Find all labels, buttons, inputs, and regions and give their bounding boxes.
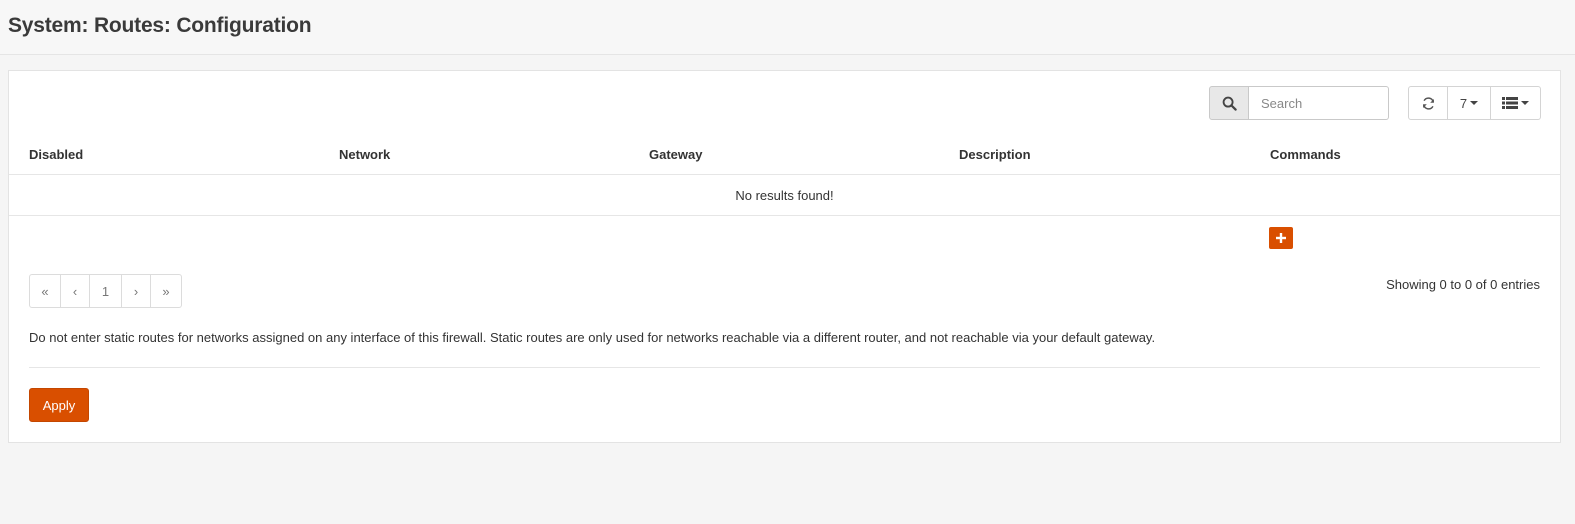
column-header-network[interactable]: Network <box>339 147 390 162</box>
static-routes-note: Do not enter static routes for networks … <box>29 330 1156 345</box>
apply-button[interactable]: Apply <box>29 388 89 422</box>
rows-per-page-dropdown[interactable]: 7 <box>1447 86 1491 120</box>
columns-dropdown[interactable] <box>1490 86 1541 120</box>
divider <box>29 367 1540 368</box>
rows-per-page-value: 7 <box>1459 95 1468 111</box>
page-last-button[interactable]: » <box>150 274 182 308</box>
chevron-down-icon <box>1470 101 1479 105</box>
routes-panel: 7 Disabled Network Gateway Description C… <box>8 70 1561 443</box>
page-title: System: Routes: Configuration <box>8 14 312 37</box>
plus-icon <box>1276 233 1286 243</box>
search-icon[interactable] <box>1209 86 1249 120</box>
showing-entries-text: Showing 0 to 0 of 0 entries <box>1386 277 1540 292</box>
page-next-button[interactable]: › <box>121 274 151 308</box>
empty-table-message: No results found! <box>9 175 1560 216</box>
list-columns-icon <box>1502 97 1518 109</box>
chevron-down-icon <box>1521 101 1529 105</box>
table-header-row: Disabled Network Gateway Description Com… <box>9 137 1560 175</box>
column-header-description[interactable]: Description <box>959 147 1031 162</box>
column-header-disabled[interactable]: Disabled <box>29 147 83 162</box>
column-header-commands: Commands <box>1270 147 1341 162</box>
add-route-button[interactable] <box>1269 227 1293 249</box>
pagination: « ‹ 1 › » <box>29 274 182 308</box>
grid-toolbar-buttons: 7 <box>1408 86 1541 120</box>
refresh-icon <box>1422 96 1434 110</box>
refresh-button[interactable] <box>1408 86 1448 120</box>
page-first-button[interactable]: « <box>29 274 61 308</box>
page-header: System: Routes: Configuration <box>0 0 1575 55</box>
page-prev-button[interactable]: ‹ <box>60 274 90 308</box>
page-number-1[interactable]: 1 <box>89 274 122 308</box>
search-group <box>1209 86 1389 120</box>
column-header-gateway[interactable]: Gateway <box>649 147 702 162</box>
search-input[interactable] <box>1249 86 1389 120</box>
